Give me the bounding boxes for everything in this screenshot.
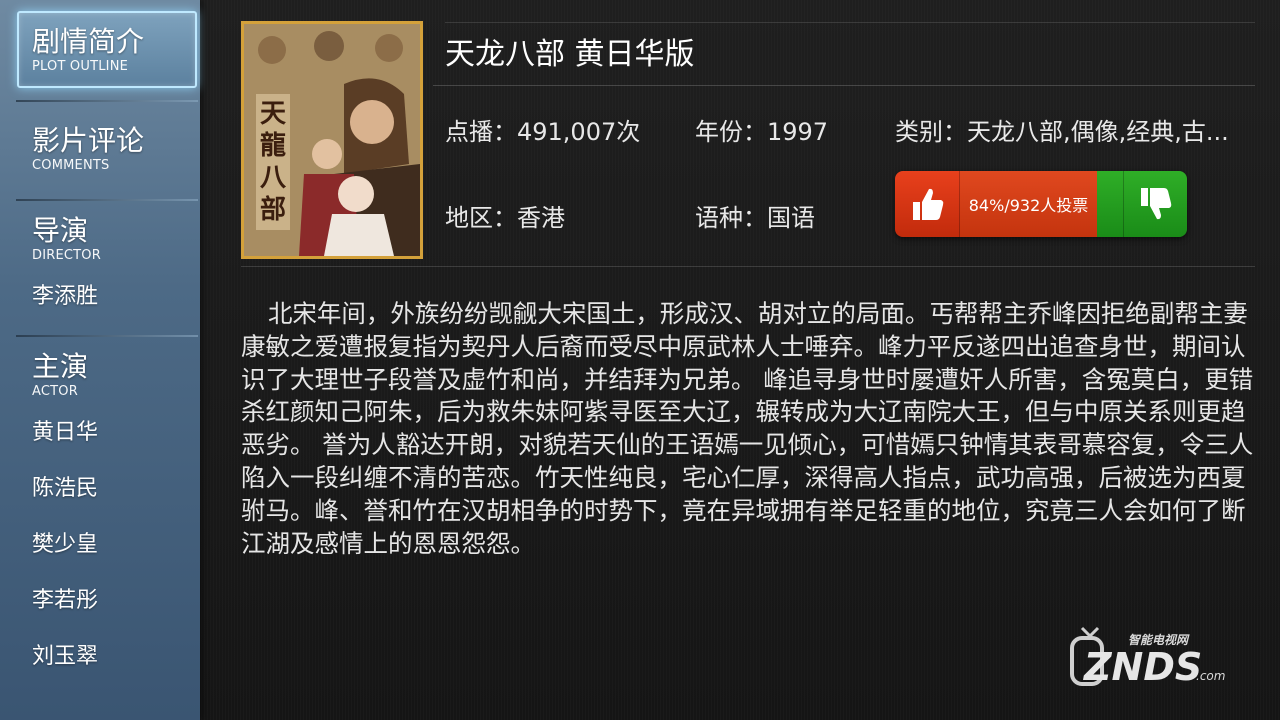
category: 类别：天龙八部,偶像,经典,古... bbox=[895, 118, 1229, 146]
movie-poster: 天龍八部 bbox=[241, 21, 423, 259]
actor-name[interactable]: 黄日华 bbox=[32, 419, 98, 447]
nav-director-sublabel: DIRECTOR bbox=[32, 248, 101, 263]
znds-logo: 智能电视网 ZNDS .com bbox=[1070, 626, 1225, 689]
release-year: 年份：1997 bbox=[695, 118, 829, 146]
vote-summary: 84%/932人投票 bbox=[960, 171, 1097, 237]
nav-actor-sublabel: ACTOR bbox=[32, 384, 78, 399]
thumbs-up-icon bbox=[913, 188, 944, 220]
nav-plot-outline-sublabel: PLOT OUTLINE bbox=[32, 59, 129, 74]
play-count: 点播：491,007次 bbox=[445, 118, 641, 146]
language: 语种：国语 bbox=[695, 204, 815, 232]
director-name[interactable]: 李添胜 bbox=[32, 283, 98, 311]
actor-name[interactable]: 陈浩民 bbox=[32, 475, 98, 503]
synopsis-text: 北宋年间，外族纷纷觊觎大宋国土，形成汉、胡对立的局面。丐帮帮主乔峰因拒绝副帮主妻… bbox=[241, 299, 1254, 558]
sidebar-divider bbox=[16, 100, 198, 102]
nav-plot-outline[interactable]: 剧情简介 PLOT OUTLINE bbox=[17, 11, 197, 88]
nav-plot-outline-label: 剧情简介 bbox=[32, 25, 145, 58]
logo-znds: ZNDS bbox=[1083, 645, 1202, 689]
nav-director-label: 导演 bbox=[32, 214, 89, 247]
sidebar-divider bbox=[16, 199, 198, 201]
sidebar: 剧情简介 PLOT OUTLINE 影片评论 COMMENTS 导演 DIREC… bbox=[0, 0, 200, 720]
movie-title: 天龙八部 黄日华版 bbox=[445, 37, 695, 72]
actor-name[interactable]: 李若彤 bbox=[32, 587, 98, 615]
nav-comments[interactable]: 影片评论 COMMENTS bbox=[18, 124, 212, 174]
divider bbox=[241, 266, 1255, 267]
actor-name[interactable]: 樊少皇 bbox=[32, 531, 98, 559]
logo-suffix: .com bbox=[1196, 669, 1225, 683]
nav-comments-sublabel: COMMENTS bbox=[32, 158, 110, 173]
nav-actor[interactable]: 主演 ACTOR bbox=[18, 350, 212, 400]
divider bbox=[445, 22, 1255, 23]
region: 地区：香港 bbox=[445, 204, 565, 232]
vote-widget: 84%/932人投票 bbox=[895, 171, 1187, 237]
divider bbox=[433, 85, 1255, 86]
thumbs-down-icon bbox=[1141, 188, 1172, 220]
poster-title: 天龍八部 bbox=[256, 94, 290, 230]
nav-comments-label: 影片评论 bbox=[32, 124, 145, 157]
sidebar-divider bbox=[16, 335, 198, 337]
thumbs-down-button[interactable] bbox=[1097, 171, 1187, 237]
vote-divider bbox=[1123, 171, 1124, 237]
nav-actor-label: 主演 bbox=[32, 350, 89, 383]
actor-name[interactable]: 刘玉翠 bbox=[32, 643, 98, 671]
thumbs-up-button[interactable] bbox=[895, 171, 960, 237]
nav-director[interactable]: 导演 DIRECTOR bbox=[18, 214, 212, 264]
